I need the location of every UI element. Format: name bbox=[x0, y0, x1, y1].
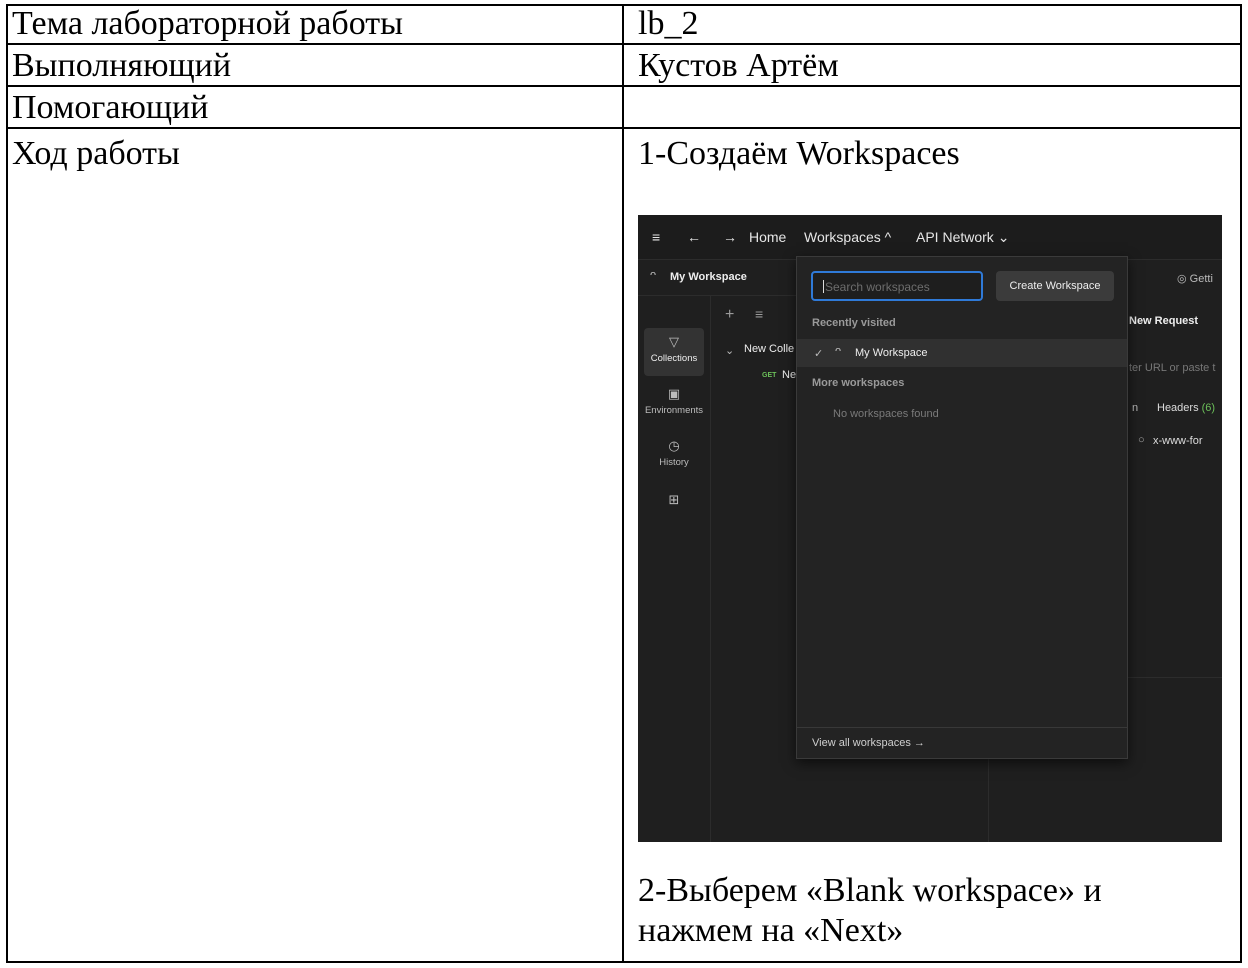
create-workspace-button[interactable]: Create Workspace bbox=[996, 271, 1114, 301]
user-icon: ᴖ bbox=[650, 269, 657, 281]
arrow-right-icon[interactable]: → bbox=[723, 229, 737, 245]
tab-headers-label: Headers bbox=[1157, 402, 1199, 414]
environments-icon: ▣ bbox=[667, 386, 681, 401]
assistant-label: Помогающий bbox=[12, 89, 209, 126]
chevron-down-icon[interactable]: ⌄ bbox=[725, 344, 734, 357]
topic-value: lb_2 bbox=[638, 5, 699, 42]
workspaces-menu[interactable]: Workspaces ^ bbox=[804, 229, 891, 245]
headers-count-badge: (6) bbox=[1201, 402, 1216, 414]
step-2-line-1: 2-Выберем «Blank workspace» и bbox=[638, 872, 1102, 909]
sidebar-item-collections[interactable]: ▽ Collections bbox=[644, 328, 704, 376]
text-caret bbox=[823, 280, 824, 293]
workspaces-dropdown: Search workspaces Create Workspace Recen… bbox=[796, 256, 1128, 759]
tab-label: Getti bbox=[1189, 273, 1213, 285]
form-urlencoded-option[interactable]: x-www-for bbox=[1153, 435, 1203, 447]
recently-visited-heading: Recently visited bbox=[812, 317, 896, 329]
sidebar-item-apps[interactable]: ⊞ bbox=[644, 486, 704, 534]
collections-icon: ▽ bbox=[669, 334, 679, 349]
user-icon: ᴖ bbox=[835, 345, 842, 357]
tab-partial[interactable]: n bbox=[1132, 402, 1138, 414]
column-divider bbox=[622, 6, 624, 961]
sidebar-item-label: History bbox=[659, 457, 689, 468]
home-link[interactable]: Home bbox=[749, 229, 786, 245]
arrow-left-icon[interactable]: ← bbox=[687, 229, 701, 245]
api-network-menu[interactable]: API Network ⌄ bbox=[916, 229, 1009, 246]
hamburger-icon[interactable]: ≡ bbox=[652, 229, 660, 245]
view-all-label: View all workspaces → bbox=[812, 737, 925, 749]
request-method-badge: GET bbox=[762, 372, 777, 379]
radio-icon[interactable]: ○ bbox=[1138, 434, 1145, 446]
more-workspaces-heading: More workspaces bbox=[812, 377, 905, 389]
workspace-header[interactable]: ᴖ My Workspace bbox=[638, 259, 796, 296]
topic-label: Тема лабораторной работы bbox=[12, 5, 403, 42]
url-input[interactable]: ter URL or paste t bbox=[1129, 362, 1215, 374]
check-icon: ✓ bbox=[814, 348, 824, 360]
tab-getting-started[interactable]: ◎ Getti bbox=[1177, 272, 1213, 285]
sidebar: ▽ Collections ▣ Environments ◷ History ⊞ bbox=[638, 296, 711, 842]
search-workspaces-input[interactable]: Search workspaces bbox=[811, 271, 983, 301]
performer-value: Кустов Артём bbox=[638, 47, 839, 84]
filter-icon[interactable]: ≡ bbox=[755, 306, 763, 322]
progress-label: Ход работы bbox=[12, 135, 180, 172]
add-icon[interactable]: + bbox=[725, 306, 734, 324]
sidebar-item-label: Collections bbox=[650, 353, 698, 364]
history-icon: ◷ bbox=[668, 438, 680, 453]
request-name[interactable]: Ne bbox=[782, 369, 796, 381]
apps-icon: ⊞ bbox=[668, 492, 680, 507]
sidebar-item-history[interactable]: ◷ History bbox=[644, 432, 704, 480]
collection-name[interactable]: New Colle bbox=[744, 343, 794, 355]
step-2-line-2: нажмем на «Next» bbox=[638, 912, 904, 949]
workspace-item-my-workspace[interactable]: ✓ ᴖ My Workspace bbox=[797, 339, 1127, 367]
sidebar-item-environments[interactable]: ▣ Environments bbox=[644, 380, 704, 428]
postman-screenshot: ≡ ← → Home Workspaces ^ API Network ⌄ ᴖ … bbox=[638, 215, 1222, 842]
workspace-item-label: My Workspace bbox=[855, 347, 928, 359]
step-1-text: 1-Создаём Workspaces bbox=[638, 135, 960, 172]
workspace-title: My Workspace bbox=[670, 271, 747, 283]
request-title: New Request bbox=[1129, 315, 1199, 327]
sidebar-item-label: Environments bbox=[644, 405, 704, 416]
tab-headers[interactable]: Headers (6) bbox=[1157, 402, 1215, 414]
circle-icon: ◎ bbox=[1177, 273, 1187, 285]
search-placeholder: Search workspaces bbox=[825, 280, 930, 294]
view-all-workspaces-link[interactable]: View all workspaces → bbox=[797, 727, 1127, 758]
empty-message: No workspaces found bbox=[833, 408, 939, 420]
top-bar: ≡ ← → Home Workspaces ^ API Network ⌄ bbox=[638, 215, 1222, 260]
performer-label: Выполняющий bbox=[12, 47, 232, 84]
